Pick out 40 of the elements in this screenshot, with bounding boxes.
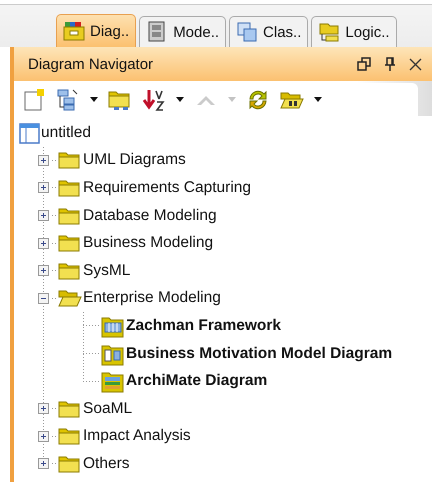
collapse-icon[interactable] (38, 292, 48, 304)
tree-item[interactable]: Enterprise Modeling (83, 289, 221, 308)
tree-item[interactable]: UML Diagrams (83, 151, 186, 170)
expand-icon[interactable] (38, 210, 48, 222)
tree-item[interactable]: Business Motivation Model Diagram (126, 344, 392, 363)
dropdown-caret-icon[interactable] (314, 97, 322, 102)
tree-layout-icon[interactable] (56, 88, 80, 112)
expand-icon[interactable] (38, 182, 48, 194)
windows-icon (236, 21, 258, 43)
expand-icon[interactable] (38, 154, 48, 166)
restore-icon[interactable] (357, 57, 371, 71)
new-diagram-icon[interactable] (22, 88, 46, 112)
expand-icon[interactable] (38, 238, 48, 249)
project-icon (19, 122, 41, 144)
tree-item[interactable]: untitled (41, 124, 91, 142)
panel-title: Diagram Navigator (28, 56, 154, 72)
tree-item[interactable]: Business Modeling (83, 234, 214, 252)
tree-item[interactable]: Impact Analysis (83, 427, 191, 446)
expand-icon[interactable] (38, 458, 48, 470)
tree-item[interactable]: SysML (83, 262, 130, 280)
expand-icon[interactable] (38, 265, 48, 276)
tree-item[interactable]: SoaML (83, 400, 132, 418)
tree-item[interactable]: Database Modeling (83, 206, 217, 225)
tab[interactable]: Clas.. (229, 16, 308, 47)
tab[interactable]: Diag.. (56, 14, 136, 47)
dropdown-caret-icon[interactable] (176, 97, 184, 102)
expand-icon[interactable] (38, 430, 48, 442)
folder-icon (318, 21, 340, 43)
expand-icon[interactable] (38, 403, 48, 414)
close-icon[interactable] (409, 58, 422, 70)
pin-icon[interactable] (383, 57, 397, 71)
tab[interactable]: Logic.. (311, 16, 397, 47)
tree-item[interactable]: Zachman Framework (126, 316, 282, 335)
folder-icon (63, 20, 85, 42)
dropdown-caret-icon[interactable] (90, 97, 98, 102)
tree-item[interactable]: ArchiMate Diagram (126, 372, 268, 390)
tree-item[interactable]: Others (83, 454, 130, 473)
tab[interactable]: Mode.. (139, 16, 226, 47)
sort-icon[interactable] (142, 88, 166, 112)
tree-item[interactable]: Requirements Capturing (83, 178, 252, 197)
